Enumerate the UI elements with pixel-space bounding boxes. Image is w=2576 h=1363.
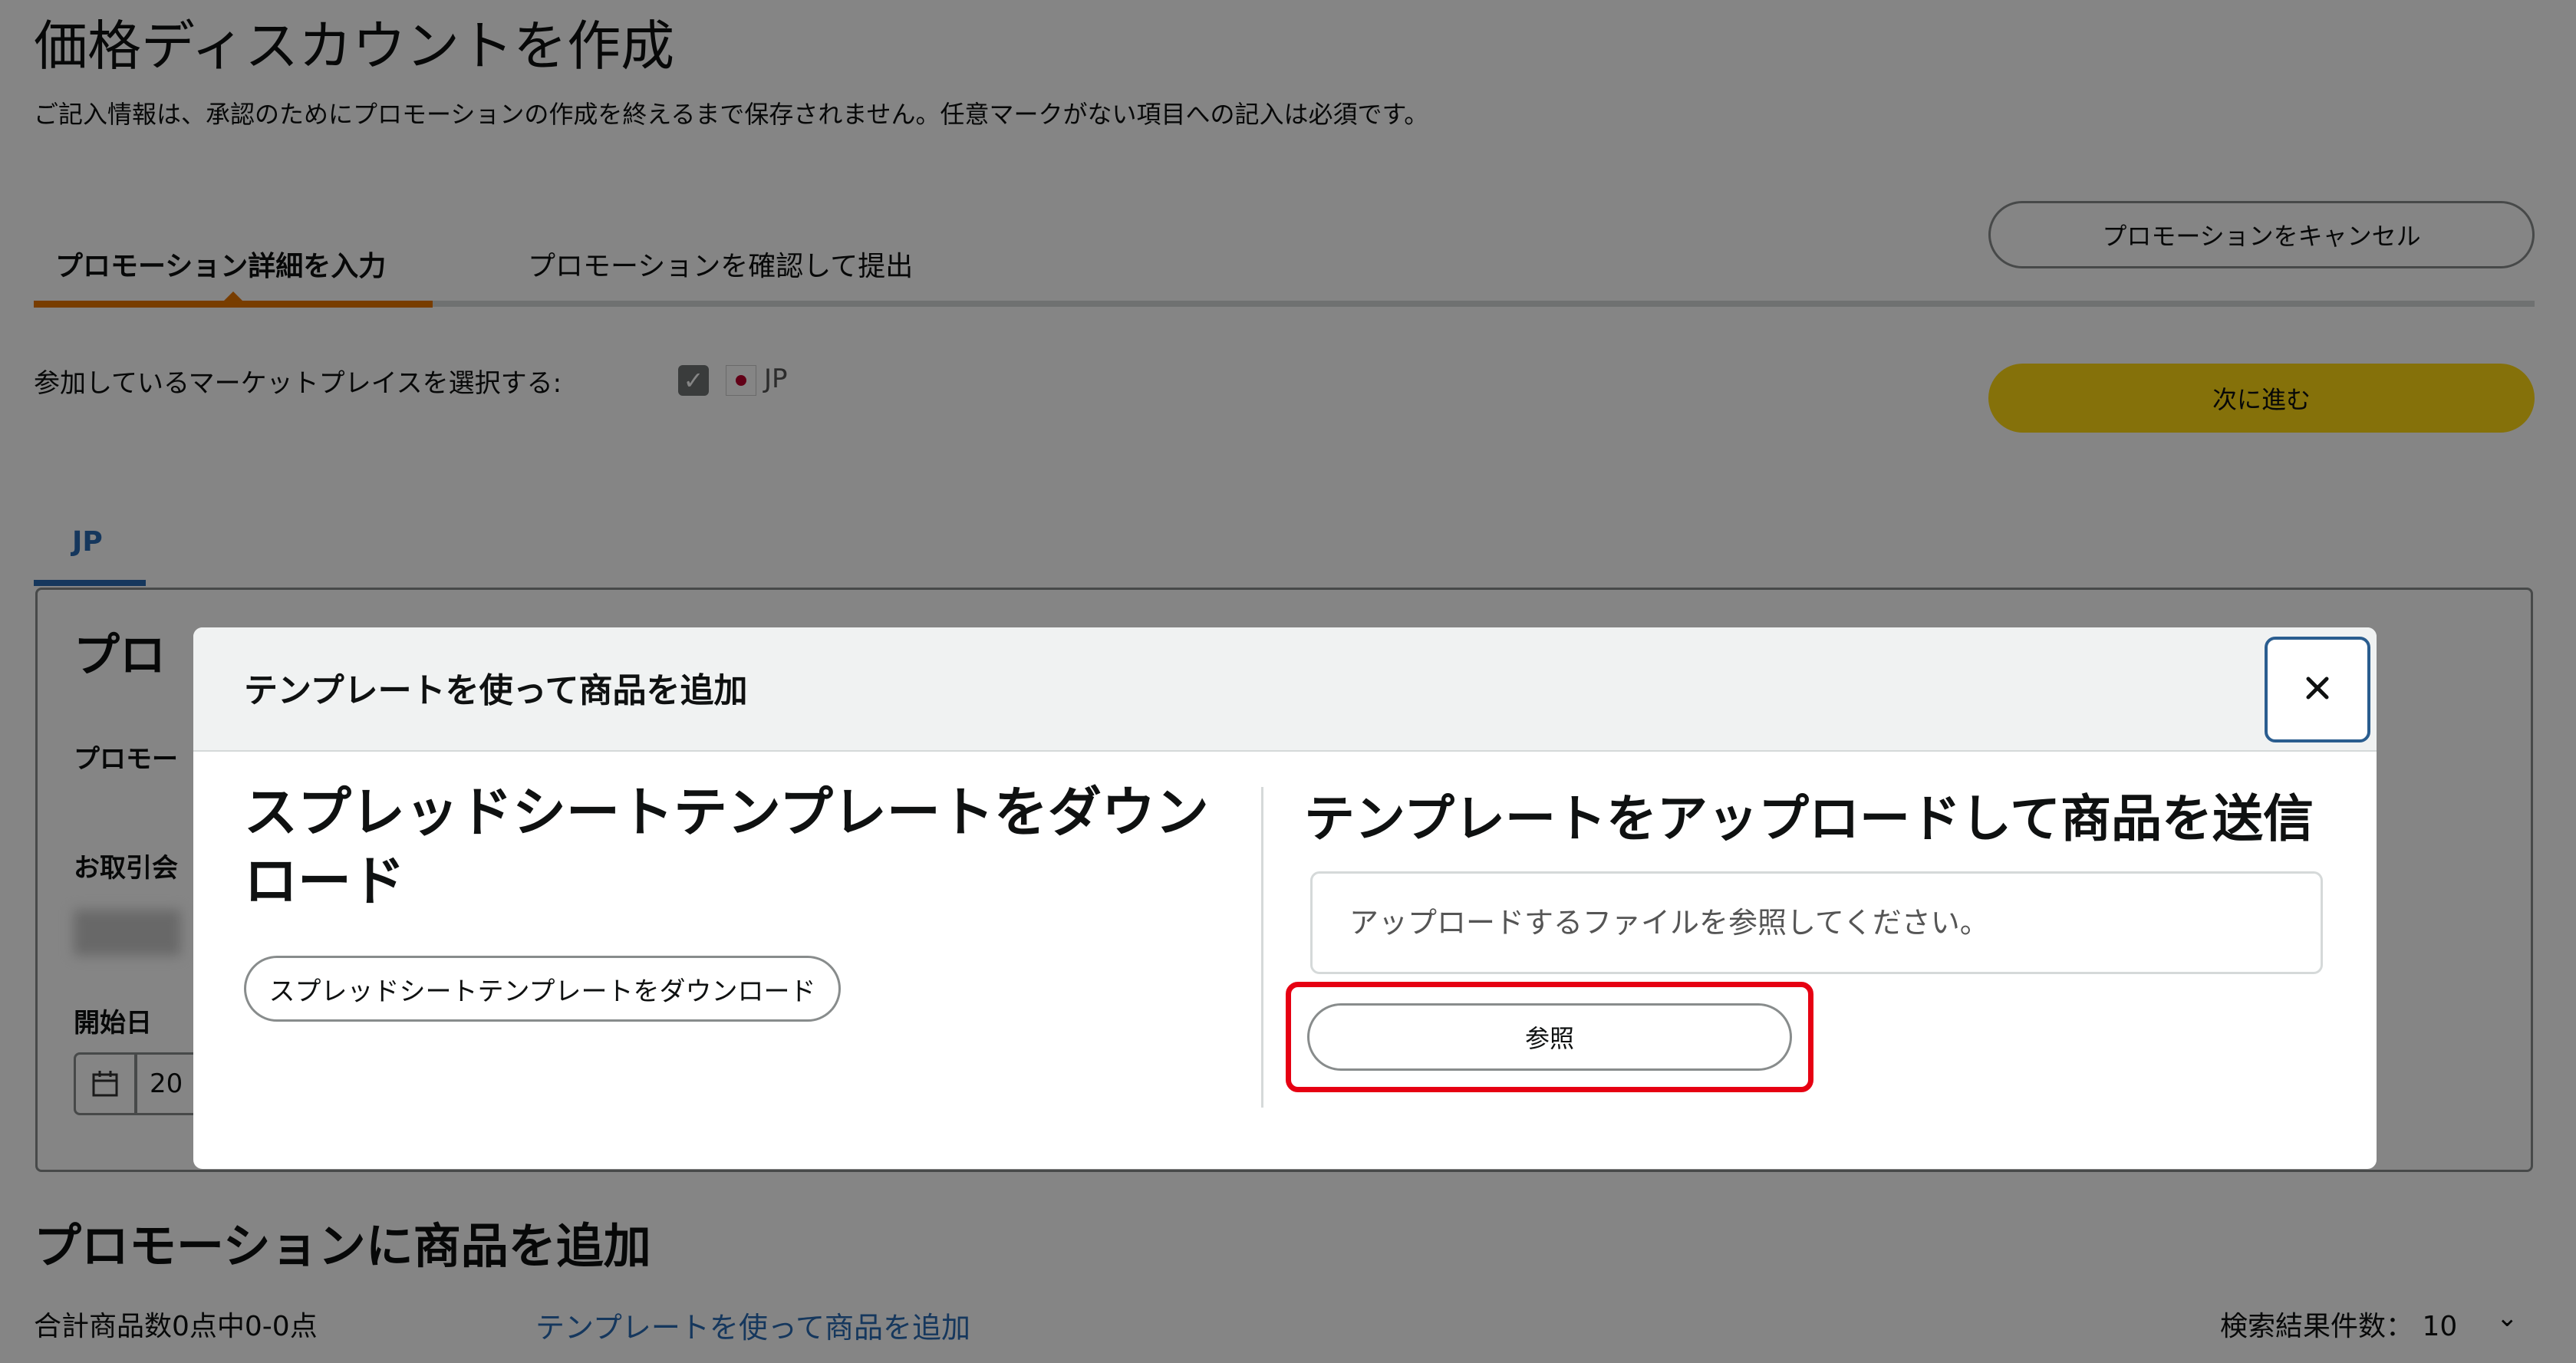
- browse-highlight: [1286, 982, 1813, 1092]
- modal-title: テンプレートを使って商品を追加: [244, 671, 748, 710]
- close-button[interactable]: [2265, 637, 2370, 742]
- add-products-modal: テンプレートを使って商品を追加 スプレッドシートテンプレートをダウンロード スプ…: [193, 627, 2377, 1169]
- file-path-field[interactable]: アップロードするファイルを参照してください。: [1310, 871, 2323, 974]
- close-icon: [2302, 673, 2333, 706]
- download-template-button[interactable]: スプレッドシートテンプレートをダウンロード: [244, 956, 841, 1022]
- column-divider: [1261, 787, 1263, 1108]
- upload-heading: テンプレートをアップロードして商品を送信: [1304, 789, 2314, 848]
- download-heading: スプレッドシートテンプレートをダウンロード: [244, 781, 1209, 913]
